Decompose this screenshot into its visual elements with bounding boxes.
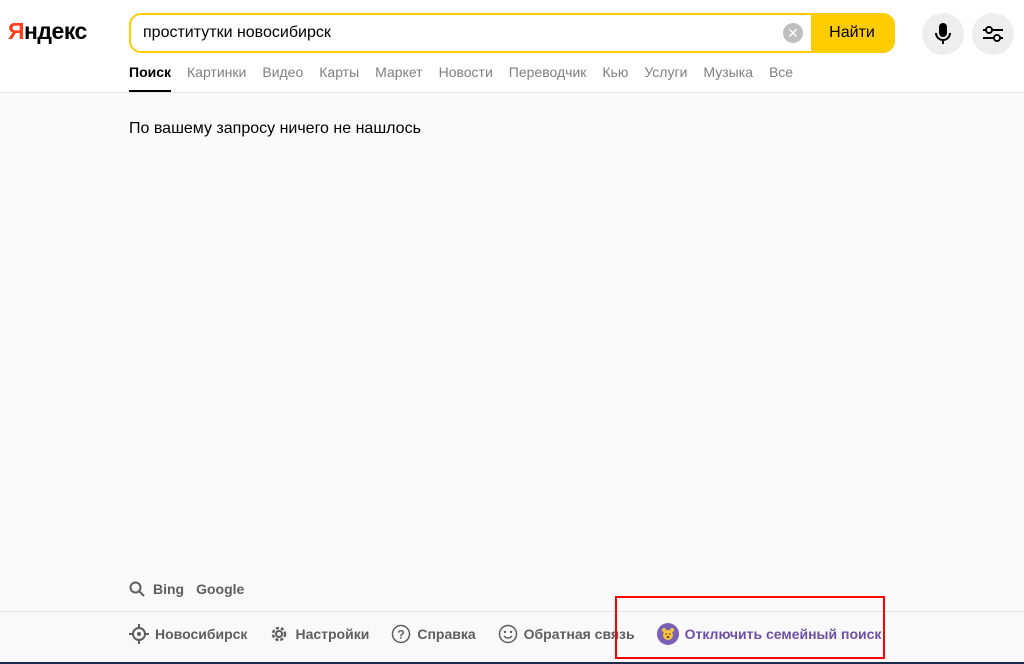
filters-icon: [983, 26, 1003, 42]
location-icon: [129, 624, 149, 644]
google-link[interactable]: Google: [196, 581, 244, 597]
settings-label: Настройки: [295, 626, 370, 642]
bing-link[interactable]: Bing: [153, 581, 184, 597]
smile-icon: [498, 624, 517, 644]
search-icon: [129, 581, 145, 597]
logo-text: ндекс: [24, 18, 87, 44]
search-form: ✕ Найти: [129, 13, 895, 53]
logo-letter: Я: [8, 18, 25, 44]
gear-icon: [272, 626, 287, 642]
yandex-logo[interactable]: Яндекс: [8, 18, 87, 45]
voice-search-button[interactable]: [922, 13, 964, 55]
tab-q[interactable]: Кью: [602, 64, 628, 92]
no-results-message: По вашему запросу ничего не нашлось: [129, 120, 421, 137]
region-label: Новосибирск: [155, 626, 248, 642]
tab-translator[interactable]: Переводчик: [509, 64, 587, 92]
annotation-highlight-box: [615, 596, 885, 659]
other-engines: Bing Google: [129, 581, 248, 597]
tab-video[interactable]: Видео: [262, 64, 303, 92]
tab-news[interactable]: Новости: [439, 64, 493, 92]
clear-icon[interactable]: ✕: [783, 23, 803, 43]
help-link[interactable]: ? Справка: [391, 624, 476, 644]
region-link[interactable]: Новосибирск: [129, 624, 247, 644]
tab-market[interactable]: Маркет: [375, 64, 422, 92]
tab-search[interactable]: Поиск: [129, 64, 172, 92]
service-tabs: Поиск Картинки Видео Карты Маркет Новост…: [129, 64, 793, 92]
tab-all[interactable]: Все: [769, 64, 793, 92]
microphone-icon: [935, 23, 951, 44]
filters-button[interactable]: [972, 13, 1014, 55]
search-input[interactable]: [143, 15, 783, 51]
help-label: Справка: [417, 626, 476, 642]
tab-services[interactable]: Услуги: [644, 64, 687, 92]
settings-link[interactable]: Настройки: [269, 624, 369, 644]
tab-music[interactable]: Музыка: [703, 64, 753, 92]
tab-maps[interactable]: Карты: [319, 64, 359, 92]
help-icon: ?: [392, 624, 411, 644]
svg-text:?: ?: [398, 628, 405, 642]
find-button[interactable]: Найти: [811, 15, 893, 51]
header: Яндекс ✕ Найти Поиск Картинки Видео Карт…: [0, 0, 1024, 93]
tab-images[interactable]: Картинки: [187, 64, 246, 92]
